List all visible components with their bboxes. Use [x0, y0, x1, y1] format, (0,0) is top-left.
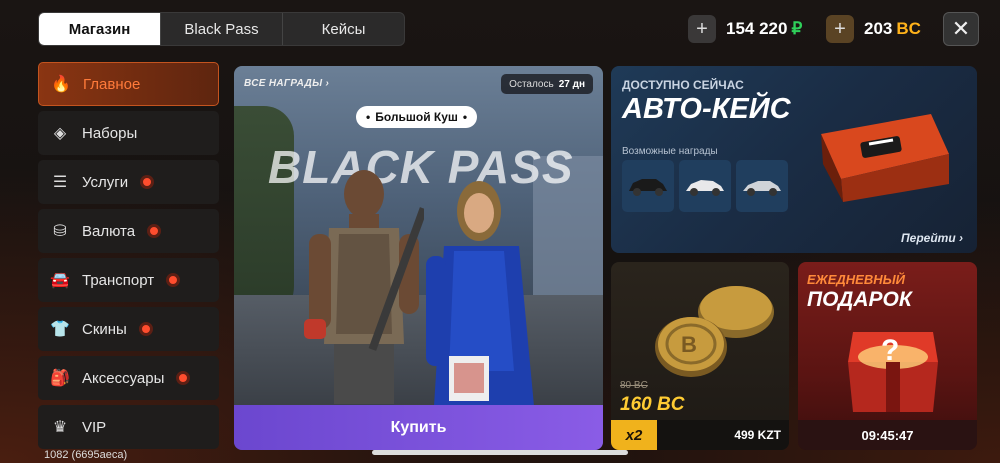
daily-title-line1: ЕЖЕДНЕВНЫЙ — [807, 272, 905, 287]
sidebar-item-3[interactable]: ⛁ Валюта — [38, 209, 219, 253]
coins-offer-card[interactable]: B 80 BC 160 BC x2 499 KZT — [611, 262, 789, 450]
close-button[interactable]: ✕ — [943, 12, 979, 46]
chevron-right-icon: › — [959, 231, 963, 245]
sidebar-item-label: Главное — [83, 75, 141, 93]
time-left-badge: Осталось 27 дн — [501, 74, 593, 94]
notification-dot — [140, 175, 155, 189]
list-icon: ☰ — [52, 174, 68, 191]
top-tabs: Магазин Black Pass Кейсы — [38, 12, 405, 46]
car-icon — [686, 180, 724, 196]
trees-bg — [234, 106, 294, 326]
coins-illustration: B — [655, 286, 774, 377]
notification-dot — [138, 322, 153, 336]
daily-title-line2: ПОДАРОК — [807, 288, 912, 311]
sidebar: 🔥 Главное ◈ Наборы ☰ Услуги ⛁ Валюта 🚘 Транспорт 👕… — [38, 62, 219, 454]
sidebar-item-6[interactable]: 🎒 Аксессуары — [38, 356, 219, 400]
coins-offer-bar: x2 499 KZT — [611, 420, 789, 450]
character-man-illustration — [304, 170, 424, 404]
plus-icon: + — [834, 17, 846, 40]
sidebar-item-2[interactable]: ☰ Услуги — [38, 160, 219, 204]
svg-text:B: B — [681, 332, 697, 357]
go-link[interactable]: Перейти › — [901, 231, 963, 245]
sidebar-item-1[interactable]: ◈ Наборы — [38, 111, 219, 155]
add-bc-button[interactable]: + — [826, 15, 854, 43]
svg-text:?: ? — [881, 334, 899, 367]
bc-amount: 203 — [864, 19, 893, 38]
old-price: 80 BC — [620, 380, 648, 391]
daily-timer: 09:45:47 — [798, 420, 977, 450]
sidebar-item-label: VIP — [82, 418, 107, 436]
reward-car-1[interactable] — [622, 160, 674, 212]
shirt-icon: 👕 — [50, 321, 70, 338]
auto-case-card[interactable]: ДОСТУПНО СЕЙЧАС АВТО-КЕЙС Возможные нагр… — [611, 66, 977, 253]
daily-gift-card[interactable]: ЕЖЕДНЕВНЫЙ ПОДАРОК ? 09:45:47 — [798, 262, 977, 450]
sidebar-item-label: Скины — [82, 320, 127, 338]
sidebar-item-label: Аксессуары — [82, 369, 165, 387]
sidebar-item-label: Транспорт — [82, 271, 155, 289]
car-icon — [743, 181, 781, 196]
rub-unit: ₽ — [791, 19, 803, 38]
reward-cars — [622, 160, 788, 212]
chevron-right-icon: › — [325, 78, 330, 89]
rub-balance: + 154 220 ₽ — [688, 14, 802, 44]
sidebar-item-0[interactable]: 🔥 Главное — [38, 62, 219, 106]
plus-icon: + — [696, 17, 708, 40]
tab-cases[interactable]: Кейсы — [283, 13, 404, 45]
notification-dot — [166, 273, 181, 287]
auto-case-title: АВТО-КЕЙС — [622, 93, 791, 125]
new-amount: 160 BC — [620, 394, 685, 415]
jackpot-pill: • Большой Куш • — [356, 106, 478, 128]
auto-case-subtitle: ДОСТУПНО СЕЙЧАС — [622, 78, 744, 92]
backpack-icon: 🎒 — [50, 370, 70, 387]
sidebar-item-5[interactable]: 👕 Скины — [38, 307, 219, 351]
car-icon: 🚘 — [50, 272, 70, 289]
case-chest-illustration — [821, 114, 949, 202]
home-indicator[interactable] — [372, 450, 628, 455]
tab-shop[interactable]: Магазин — [39, 13, 161, 45]
stack-icon: ◈ — [53, 125, 67, 142]
build-info: 1082 (6695aeca) — [44, 449, 128, 461]
reward-car-2[interactable] — [679, 160, 731, 212]
sidebar-item-4[interactable]: 🚘 Транспорт — [38, 258, 219, 302]
buy-button[interactable]: Купить — [234, 405, 603, 450]
sidebar-item-label: Услуги — [82, 173, 129, 191]
rub-amount: 154 220 — [726, 19, 788, 38]
possible-rewards-label: Возможные награды — [622, 146, 718, 157]
sidebar-item-label: Наборы — [82, 124, 138, 142]
bc-balance: + 203 BC — [826, 14, 921, 44]
offer-price: 499 KZT — [734, 428, 781, 442]
add-rub-button[interactable]: + — [688, 15, 716, 43]
sidebar-item-7[interactable]: ♛ VIP — [38, 405, 219, 449]
gift-chest-illustration: ? — [848, 332, 938, 412]
car-icon — [629, 179, 667, 196]
notification-dot — [176, 371, 191, 385]
notification-dot — [147, 224, 162, 238]
character-woman-illustration — [426, 181, 534, 406]
coins-icon: ⛁ — [53, 223, 67, 240]
flame-icon: 🔥 — [51, 76, 71, 93]
crown-icon: ♛ — [52, 419, 68, 436]
tab-black-pass[interactable]: Black Pass — [161, 13, 283, 45]
close-icon: ✕ — [951, 16, 971, 41]
multiplier-badge: x2 — [611, 420, 657, 450]
sidebar-item-label: Валюта — [82, 222, 136, 240]
black-pass-card[interactable]: ВСЕ НАГРАДЫ › Осталось 27 дн • Большой Ку… — [234, 66, 603, 450]
all-rewards-link[interactable]: ВСЕ НАГРАДЫ › — [244, 78, 329, 89]
reward-car-3[interactable] — [736, 160, 788, 212]
bc-unit: BC — [896, 19, 921, 38]
